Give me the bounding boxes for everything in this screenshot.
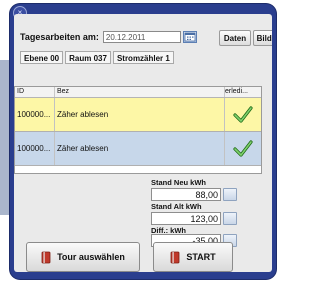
- book-icon: [170, 251, 180, 264]
- tour-select-button[interactable]: Tour auswählen: [26, 242, 140, 272]
- stand-neu-label: Stand Neu kWh: [151, 178, 207, 187]
- breadcrumb-floor[interactable]: Ebene 00: [20, 51, 64, 64]
- daten-button[interactable]: Daten: [219, 30, 251, 46]
- checkmark-icon: [225, 98, 261, 131]
- date-label: Tagesarbeiten am:: [20, 32, 99, 42]
- date-field[interactable]: 20.12.2011: [102, 31, 181, 43]
- row-description: Zäher ablesen: [55, 132, 225, 165]
- start-button[interactable]: START: [153, 242, 233, 272]
- stand-alt-button[interactable]: [223, 212, 237, 225]
- book-icon: [41, 251, 51, 264]
- stand-alt-label: Stand Alt kWh: [151, 202, 202, 211]
- main-window: Tagesarbeiten am: 20.12.2011 Daten Bild e…: [14, 14, 272, 272]
- table-row[interactable]: 100000... Zäher ablesen: [15, 132, 261, 166]
- stand-neu-field[interactable]: 88,00: [151, 188, 221, 201]
- tour-select-label: Tour auswählen: [57, 252, 125, 262]
- row-id: 100000...: [15, 98, 55, 131]
- column-header-id[interactable]: ID: [15, 87, 55, 97]
- start-label: START: [186, 252, 216, 262]
- table-row[interactable]: 100000... Zäher ablesen: [15, 98, 261, 132]
- row-id: 100000...: [15, 132, 55, 165]
- date-row: Tagesarbeiten am: 20.12.2011: [20, 30, 197, 44]
- table-header: ID Bez erledi...: [15, 87, 261, 98]
- calendar-icon[interactable]: [182, 31, 197, 43]
- breadcrumb: Ebene 00 Raum 037 Stromzähler 1: [20, 51, 176, 64]
- row-description: Zäher ablesen: [55, 98, 225, 131]
- column-header-erledigt[interactable]: erledi...: [225, 87, 261, 97]
- checkmark-icon: [225, 132, 261, 165]
- breadcrumb-room[interactable]: Raum 037: [65, 51, 111, 64]
- stand-alt-field[interactable]: 123,00: [151, 212, 221, 225]
- task-table: ID Bez erledi... 100000... Zäher ablesen…: [14, 86, 262, 174]
- breadcrumb-meter[interactable]: Stromzähler 1: [112, 51, 174, 64]
- app-frame: × Tagesarbeiten am: 20.12.2011 Daten Bil…: [10, 4, 276, 279]
- stand-neu-button[interactable]: [223, 188, 237, 201]
- column-header-bez[interactable]: Bez: [55, 87, 225, 97]
- bilder-button[interactable]: Bilder: [253, 30, 272, 46]
